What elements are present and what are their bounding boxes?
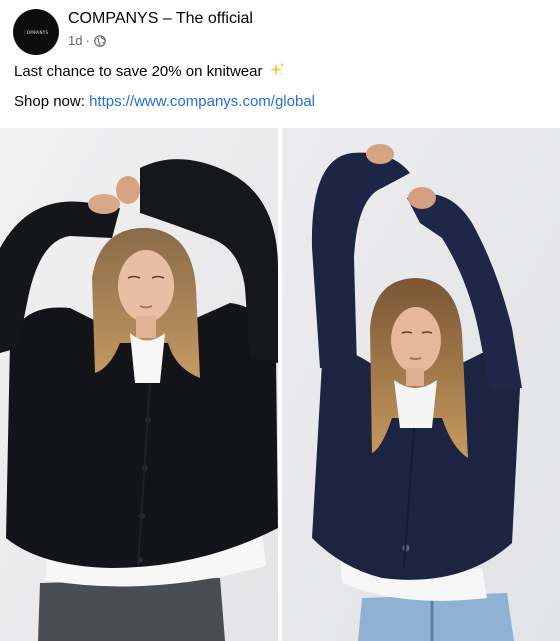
product-photo-right[interactable] [282, 128, 560, 641]
facebook-post: COMPANYS COMPANYS – The official 1d · La… [0, 0, 560, 641]
photo-navy-cardigan [282, 128, 560, 641]
post-header: COMPANYS COMPANYS – The official 1d · La… [0, 0, 560, 126]
post-message-text: Last chance to save 20% on knitwear [14, 63, 263, 80]
shop-now-label: Shop now: [14, 93, 85, 110]
shop-now-line: Shop now: https://www.companys.com/globa… [14, 93, 315, 110]
meta-separator: · [85, 33, 90, 48]
post-time[interactable]: 1d [68, 33, 82, 48]
avatar-logo-rest: OMPANYS [26, 29, 49, 35]
sparkle-icon [269, 62, 285, 76]
post-images [0, 126, 560, 641]
product-photo-left[interactable] [0, 128, 278, 641]
post-meta: 1d · [68, 33, 106, 48]
avatar-logo-text: COMPANYS [23, 29, 49, 35]
globe-icon[interactable] [94, 34, 106, 47]
page-avatar[interactable]: COMPANYS [13, 9, 59, 55]
photo-black-cardigan [0, 128, 278, 641]
page-name[interactable]: COMPANYS – The official [68, 10, 253, 28]
shop-url-link[interactable]: https://www.companys.com/global [89, 93, 315, 110]
post-message: Last chance to save 20% on knitwear [14, 62, 285, 80]
